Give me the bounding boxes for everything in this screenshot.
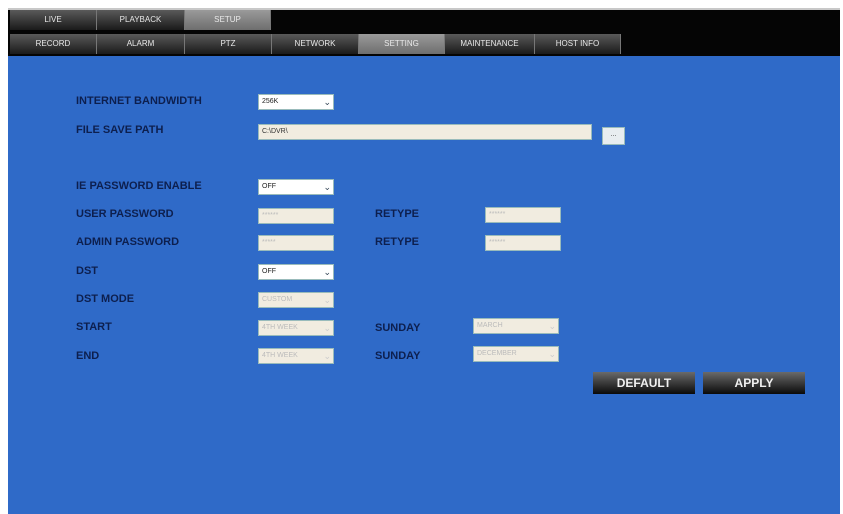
end-week-select[interactable]: 4TH WEEK ⌄ [258,348,334,364]
path-input[interactable]: C:\DVR\ [258,124,592,140]
tab-ptz[interactable]: PTZ [185,34,272,54]
tab-maintenance[interactable]: MAINTENANCE [445,34,535,54]
chevron-down-icon: ⌄ [323,182,331,192]
start-week-select[interactable]: 4TH WEEK ⌄ [258,320,334,336]
start-week-value: 4TH WEEK [262,324,298,331]
chevron-down-icon: ⌄ [323,351,331,361]
retype-user-label: RETYPE [375,208,420,220]
chevron-down-icon: ⌄ [323,295,331,305]
ie-password-label: IE PASSWORD ENABLE [76,180,202,192]
tab-playback[interactable]: PLAYBACK [97,10,185,30]
tab-record[interactable]: RECORD [10,34,97,54]
end-week-value: 4TH WEEK [262,352,298,359]
retype-admin-input[interactable]: ****** [485,235,561,251]
dst-mode-value: CUSTOM [262,296,293,303]
bandwidth-label: INTERNET BANDWIDTH [76,95,202,107]
ie-password-value: OFF [262,183,276,190]
end-label: END [76,350,100,362]
tab-network[interactable]: NETWORK [272,34,359,54]
settings-panel: INTERNET BANDWIDTH 256K ⌄ FILE SAVE PATH … [8,56,840,514]
dst-value: OFF [262,268,276,275]
dst-mode-select[interactable]: CUSTOM ⌄ [258,292,334,308]
tab-alarm[interactable]: ALARM [97,34,185,54]
chevron-down-icon: ⌄ [548,321,556,331]
end-day-label: SUNDAY [375,350,421,362]
start-month-select[interactable]: MARCH ⌄ [473,318,559,334]
end-month-select[interactable]: DECEMBER ⌄ [473,346,559,362]
tab-setting[interactable]: SETTING [359,34,445,54]
chevron-down-icon: ⌄ [323,267,331,277]
browse-button[interactable]: ... [602,127,625,145]
ie-password-select[interactable]: OFF ⌄ [258,179,334,195]
start-day-label: SUNDAY [375,322,421,334]
dst-mode-label: DST MODE [76,293,135,305]
retype-admin-label: RETYPE [375,236,420,248]
chevron-down-icon: ⌄ [323,323,331,333]
top-nav: LIVE PLAYBACK SETUP RECORD ALARM PTZ NET… [8,8,840,58]
bandwidth-select[interactable]: 256K ⌄ [258,94,334,110]
tab-host-info[interactable]: HOST INFO [535,34,621,54]
user-password-label: USER PASSWORD [76,208,174,220]
apply-button[interactable]: APPLY [703,372,805,394]
bandwidth-value: 256K [262,98,279,105]
end-month-value: DECEMBER [477,350,517,357]
tab-setup[interactable]: SETUP [185,10,271,30]
default-button[interactable]: DEFAULT [593,372,695,394]
path-label: FILE SAVE PATH [76,124,164,136]
start-label: START [76,321,112,333]
dst-select[interactable]: OFF ⌄ [258,264,334,280]
tab-live[interactable]: LIVE [10,10,97,30]
user-password-input[interactable]: ****** [258,208,334,224]
start-month-value: MARCH [477,322,503,329]
admin-password-input[interactable]: ***** [258,235,334,251]
retype-user-input[interactable]: ****** [485,207,561,223]
admin-password-label: ADMIN PASSWORD [76,236,180,248]
dst-label: DST [76,265,98,277]
chevron-down-icon: ⌄ [323,97,331,107]
chevron-down-icon: ⌄ [548,349,556,359]
